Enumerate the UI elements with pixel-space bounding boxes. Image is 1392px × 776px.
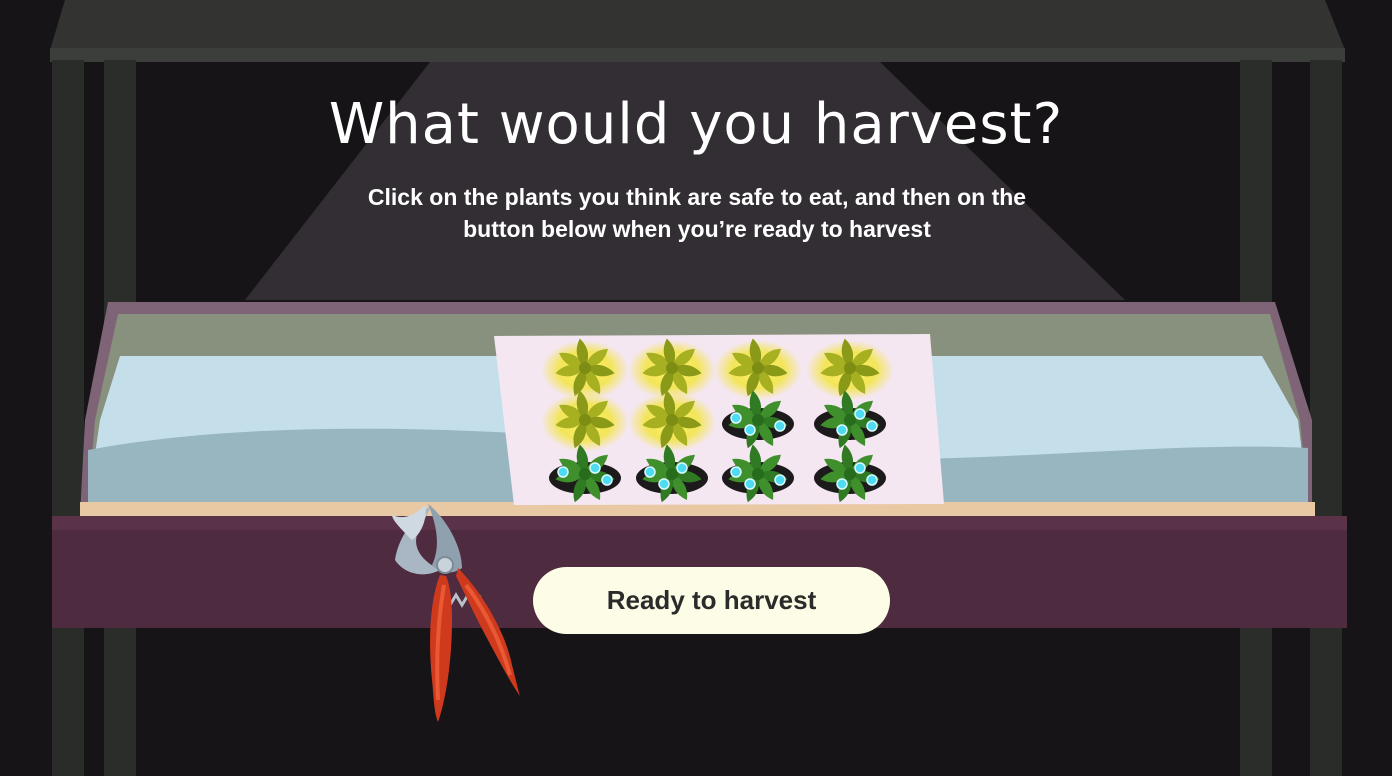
ready-to-harvest-button[interactable]: Ready to harvest	[533, 567, 890, 634]
instructions-text: Click on the plants you think are safe t…	[367, 184, 1027, 242]
page-title: What would you harvest?	[328, 92, 1064, 157]
